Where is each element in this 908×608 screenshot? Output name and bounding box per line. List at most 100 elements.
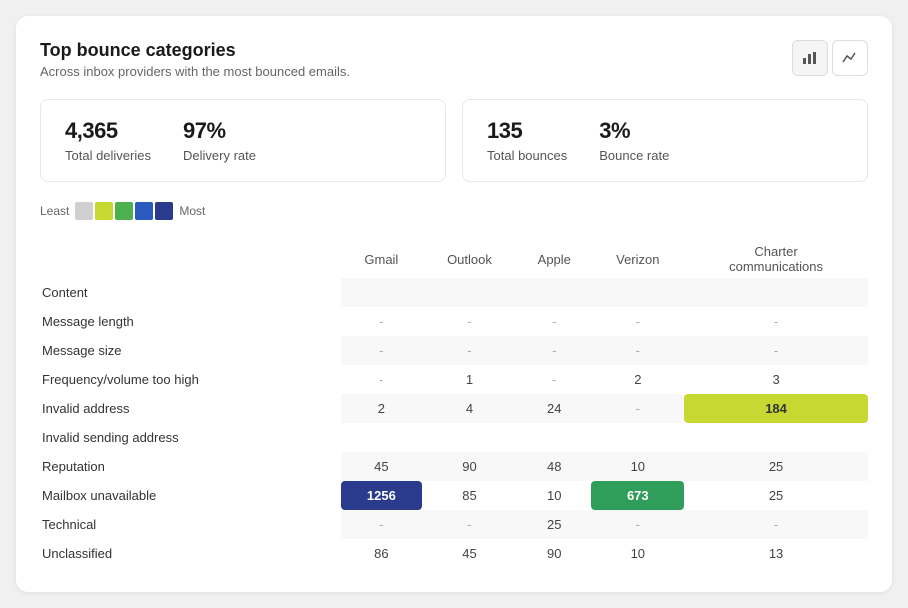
row-label: Frequency/volume too high — [40, 365, 341, 394]
table-cell: - — [517, 307, 591, 336]
total-bounces: 135 Total bounces — [487, 118, 567, 163]
table-cell: - — [684, 510, 868, 539]
table-cell — [684, 278, 868, 307]
table-row: Message length - - - - - — [40, 307, 868, 336]
table-cell — [422, 278, 517, 307]
table-cell: - — [517, 365, 591, 394]
dash-value: - — [774, 314, 778, 329]
table-cell — [591, 278, 684, 307]
table-cell: - — [341, 510, 422, 539]
table-cell: 45 — [422, 539, 517, 568]
deliveries-label: Total deliveries — [65, 148, 151, 163]
table-cell — [591, 423, 684, 452]
table-cell: 2 — [591, 365, 684, 394]
dash-value: - — [467, 343, 471, 358]
dash-value: - — [467, 517, 471, 532]
table-row: Reputation4590481025 — [40, 452, 868, 481]
dash-value: - — [379, 314, 383, 329]
table-row: Technical--25-- — [40, 510, 868, 539]
table-cell: 45 — [341, 452, 422, 481]
table-cell — [341, 278, 422, 307]
deliveries-value: 4,365 — [65, 118, 151, 144]
dash-value: - — [636, 401, 640, 416]
table-cell: 86 — [341, 539, 422, 568]
header: Top bounce categories Across inbox provi… — [40, 40, 868, 79]
table-cell: - — [422, 336, 517, 365]
row-label: Technical — [40, 510, 341, 539]
col-header-apple: Apple — [517, 236, 591, 278]
table-cell: - — [684, 336, 868, 365]
main-card: Top bounce categories Across inbox provi… — [16, 16, 892, 592]
table-cell: 10 — [591, 539, 684, 568]
table-cell: 673 — [591, 481, 684, 510]
dash-value: - — [774, 517, 778, 532]
table-row: Invalid address2424-184 — [40, 394, 868, 423]
table-cell: - — [422, 510, 517, 539]
table-row: Mailbox unavailable1256851067325 — [40, 481, 868, 510]
delivery-rate-label: Delivery rate — [183, 148, 256, 163]
deliveries-stat-card: 4,365 Total deliveries 97% Delivery rate — [40, 99, 446, 182]
table-row: Frequency/volume too high-1-23 — [40, 365, 868, 394]
line-chart-icon — [842, 50, 858, 66]
table-cell: - — [591, 336, 684, 365]
col-header-outlook: Outlook — [422, 236, 517, 278]
row-label: Message size — [40, 336, 341, 365]
dash-value: - — [552, 343, 556, 358]
table-cell: 13 — [684, 539, 868, 568]
table-cell: 85 — [422, 481, 517, 510]
dash-value: - — [379, 517, 383, 532]
bounces-stat-card: 135 Total bounces 3% Bounce rate — [462, 99, 868, 182]
table-cell: 184 — [684, 394, 868, 423]
table-cell: 3 — [684, 365, 868, 394]
legend-color-5 — [155, 202, 173, 220]
table-cell: 2 — [341, 394, 422, 423]
table-cell — [341, 423, 422, 452]
dash-value: - — [379, 372, 383, 387]
dash-value: - — [467, 314, 471, 329]
legend-most-label: Most — [179, 204, 205, 218]
col-header-empty — [40, 236, 341, 278]
row-label: Reputation — [40, 452, 341, 481]
bar-chart-button[interactable] — [792, 40, 828, 76]
table-cell: - — [591, 510, 684, 539]
dash-value: - — [552, 372, 556, 387]
header-text: Top bounce categories Across inbox provi… — [40, 40, 350, 79]
table-cell: 4 — [422, 394, 517, 423]
row-label: Message length — [40, 307, 341, 336]
bounce-rate-value: 3% — [599, 118, 669, 144]
data-table: Gmail Outlook Apple Verizon Chartercommu… — [40, 236, 868, 568]
dash-value: - — [774, 343, 778, 358]
bounces-value: 135 — [487, 118, 567, 144]
bounces-label: Total bounces — [487, 148, 567, 163]
table-cell: - — [591, 307, 684, 336]
row-label: Content — [40, 278, 341, 307]
page-subtitle: Across inbox providers with the most bou… — [40, 64, 350, 79]
table-row: Unclassified8645901013 — [40, 539, 868, 568]
table-cell: 25 — [684, 452, 868, 481]
table-cell: - — [341, 365, 422, 394]
dash-value: - — [636, 314, 640, 329]
table-cell: 25 — [517, 510, 591, 539]
table-cell: - — [684, 307, 868, 336]
delivery-rate-value: 97% — [183, 118, 256, 144]
table-row: Invalid sending address — [40, 423, 868, 452]
chart-toggle — [792, 40, 868, 76]
bounce-rate: 3% Bounce rate — [599, 118, 669, 163]
row-label: Unclassified — [40, 539, 341, 568]
bounce-rate-label: Bounce rate — [599, 148, 669, 163]
line-chart-button[interactable] — [832, 40, 868, 76]
legend-squares — [75, 202, 173, 220]
delivery-rate: 97% Delivery rate — [183, 118, 256, 163]
table-cell: - — [422, 307, 517, 336]
legend: Least Most — [40, 202, 868, 220]
row-label: Invalid address — [40, 394, 341, 423]
dash-value: - — [552, 314, 556, 329]
table-cell: 10 — [517, 481, 591, 510]
legend-color-4 — [135, 202, 153, 220]
table-cell: 48 — [517, 452, 591, 481]
col-header-charter: Chartercommunications — [684, 236, 868, 278]
table-cell: - — [591, 394, 684, 423]
table-cell: 1256 — [341, 481, 422, 510]
table-cell — [517, 423, 591, 452]
table-cell: 24 — [517, 394, 591, 423]
